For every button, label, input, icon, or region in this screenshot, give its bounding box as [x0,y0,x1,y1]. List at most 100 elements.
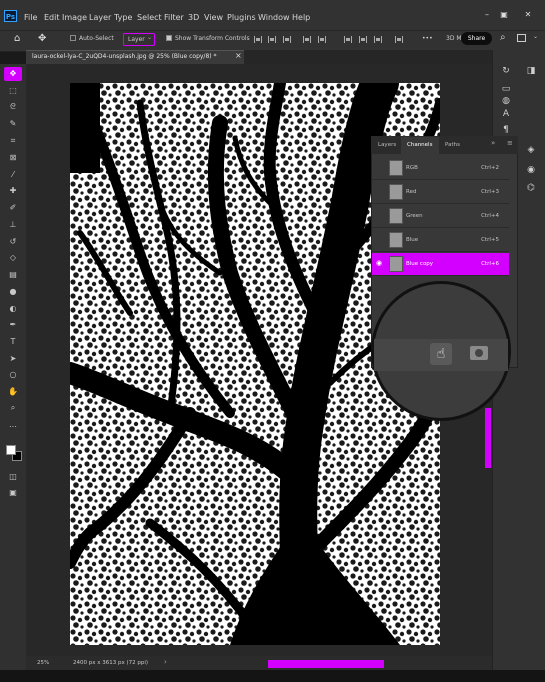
menu-3d[interactable]: 3D [188,13,199,22]
search-icon[interactable]: ⌕ [500,32,506,43]
visibility-eye-icon[interactable]: ◉ [376,259,382,267]
channel-shortcut: Ctrl+3 [481,189,499,195]
workspace-icon[interactable] [517,34,526,42]
lasso-icon[interactable]: ᘓ [8,102,18,111]
align-top-icon[interactable] [303,36,311,43]
history-brush-icon[interactable]: ↺ [8,237,18,246]
channel-name: Blue [406,237,419,243]
tab-paths[interactable]: Paths [445,142,460,148]
more-tools-icon[interactable]: … [8,420,18,429]
channel-row-rgb[interactable]: RGB Ctrl+2 [372,157,509,180]
chevron-right-icon[interactable]: › [164,658,167,666]
channels-icon[interactable]: ◉ [525,165,537,176]
healing-icon[interactable]: ✚ [8,186,18,195]
align-center-icon[interactable] [268,36,276,43]
type-icon[interactable]: T [8,337,18,346]
document-tab-label: laura-ockel-lya-C_2uQD4-unsplash.jpg @ 2… [32,53,217,60]
marquee-icon[interactable]: ⬚ [8,86,18,95]
quick-select-icon[interactable]: ✎ [8,119,18,128]
screen-mode-icon[interactable]: ▣ [8,488,18,497]
menu-view[interactable]: View [204,13,223,22]
channel-shortcut: Ctrl+6 [481,261,499,267]
menu-filter[interactable]: Filter [164,13,184,22]
channel-name: RGB [406,165,418,171]
layer-dropdown-label: Layer [128,36,145,43]
adjust-icon[interactable]: ◍ [500,96,512,107]
close-tab-icon[interactable]: × [235,51,242,60]
align-edges-icon[interactable] [395,36,403,43]
comment-icon[interactable]: ▭ [500,84,512,95]
channel-row-blue-copy[interactable]: ◉ Blue copy Ctrl+6 [372,253,509,276]
align-middle-icon[interactable] [318,36,326,43]
distribute-h-icon[interactable] [374,36,382,43]
shape-icon[interactable]: ○ [8,370,18,379]
menu-plugins[interactable]: Plugins [227,13,256,22]
menu-layer[interactable]: Layer [89,13,111,22]
auto-select-label: Auto-Select [79,35,114,42]
tab-channels[interactable]: Channels [407,142,432,148]
channel-thumbnail [389,160,403,176]
channel-name: Red [406,189,417,195]
menu-help[interactable]: Help [292,13,310,22]
brush-icon[interactable]: ✐ [8,203,18,212]
dodge-icon[interactable]: ◐ [8,304,18,313]
photoshop-logo-icon[interactable]: Ps [4,10,17,22]
gradient-icon[interactable]: ▤ [8,270,18,279]
history-icon[interactable]: ↻ [500,66,512,77]
share-button[interactable]: Share [461,32,492,45]
show-transform-checkbox[interactable] [166,35,172,41]
chevron-down-icon: ⌄ [147,34,153,41]
channel-thumbnail [389,232,403,248]
tab-layers[interactable]: Layers [378,142,396,148]
hand-cursor-icon: ☝ [430,343,452,365]
minimize-icon[interactable]: – [480,9,494,21]
zoom-level[interactable]: 25% [37,660,49,666]
frame-icon[interactable]: ⊠ [8,153,18,162]
menu-file[interactable]: File [24,13,37,22]
chevron-down-icon[interactable]: ⌄ [533,33,538,40]
save-selection-as-channel-icon[interactable] [470,346,488,360]
crop-icon[interactable]: ⌗ [8,136,18,145]
restore-icon[interactable]: ▣ [497,9,511,21]
paths-icon[interactable]: ⌬ [525,183,537,194]
move-options-icon[interactable]: ✥ [38,33,46,44]
channel-row-blue[interactable]: Blue Ctrl+5 [372,229,509,252]
close-icon[interactable]: ✕ [521,9,535,21]
home-icon[interactable]: ⌂ [14,33,20,44]
pen-icon[interactable]: ✒ [8,320,18,329]
3d-mode-label[interactable]: 3D M [446,35,462,42]
channel-thumbnail [389,256,403,272]
menu-image[interactable]: Image [62,13,87,22]
character-icon[interactable]: A [500,109,512,120]
hand-icon[interactable]: ✋ [8,387,18,396]
eyedropper-icon[interactable]: ⁄ [8,170,18,179]
paragraph-icon[interactable]: ¶ [500,125,512,136]
channel-thumbnail [389,184,403,200]
collapse-icon[interactable]: » [491,139,495,147]
distribute-v-icon[interactable] [359,36,367,43]
show-transform-label: Show Transform Controls [175,35,250,42]
more-options-icon[interactable]: ••• [422,35,433,42]
move-icon[interactable]: ✥ [8,69,18,78]
foreground-color-swatch[interactable] [6,445,16,455]
menu-type[interactable]: Type [114,13,132,22]
layers-icon[interactable]: ◈ [525,145,537,156]
menu-edit[interactable]: Edit [44,13,60,22]
properties-icon[interactable]: ◨ [525,66,537,77]
align-right-icon[interactable] [283,36,291,43]
stamp-icon[interactable]: ⊥ [8,220,18,229]
align-left-icon[interactable] [254,36,262,43]
menu-select[interactable]: Select [137,13,162,22]
blur-icon[interactable]: ● [8,287,18,296]
menu-window[interactable]: Window [258,13,290,22]
auto-select-checkbox[interactable] [70,35,76,41]
zoom-icon[interactable]: ⌕ [8,403,18,412]
channel-row-green[interactable]: Green Ctrl+4 [372,205,509,228]
path-select-icon[interactable]: ➤ [8,354,18,363]
channel-row-red[interactable]: Red Ctrl+3 [372,181,509,204]
highlight-bar [485,408,491,468]
distribute-icon[interactable] [344,36,352,43]
eraser-icon[interactable]: ◇ [8,253,18,262]
quick-mask-icon[interactable]: ◫ [8,472,18,481]
panel-menu-icon[interactable]: ≡ [507,139,513,147]
